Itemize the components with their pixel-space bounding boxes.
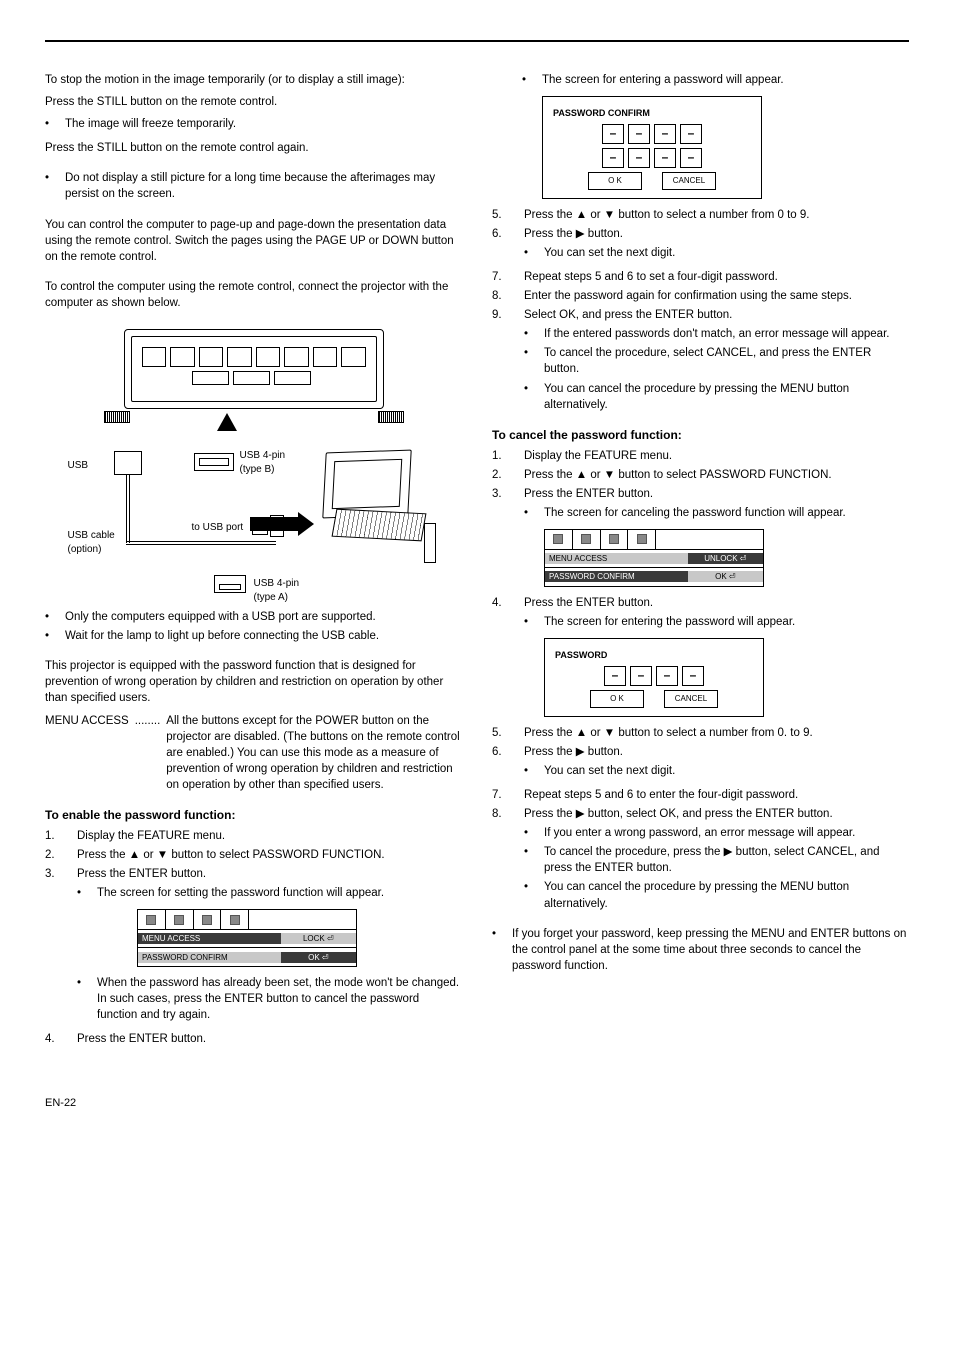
step-a6: Press the ▶ button.	[524, 228, 623, 240]
label-to-usb-port: to USB port	[192, 521, 252, 535]
two-column-layout: To stop the motion in the image temporar…	[45, 72, 909, 1056]
cancel-steps-1: Display the FEATURE menu. Press the ▲ or…	[492, 448, 909, 717]
freeze-press: Press the STILL button on the remote con…	[45, 94, 462, 110]
password-confirm-box: PASSWORD CONFIRM –––– –––– O KCANCEL	[542, 96, 762, 199]
menu2-r2c2: OK ⏎	[688, 571, 763, 582]
cancel-s1: Display the FEATURE menu.	[524, 450, 672, 462]
arrow-up-icon	[217, 413, 237, 431]
pw2-ok: O K	[590, 690, 644, 708]
left-column: To stop the motion in the image temporar…	[45, 72, 462, 1056]
enable-step-3-sub: The screen for setting the password func…	[97, 885, 384, 901]
enable-step-3: Press the ENTER button.	[77, 868, 206, 880]
step-b8-sub1: If you enter a wrong password, an error …	[544, 825, 855, 841]
enable-step-2: Press the ▲ or ▼ button to select PASSWO…	[77, 849, 385, 861]
menu2-r1c2: UNLOCK ⏎	[688, 553, 763, 564]
menu-access-dots: ........	[135, 713, 161, 793]
freeze-intro: To stop the motion in the image temporar…	[45, 72, 462, 88]
usb-type-a-icon	[214, 575, 246, 593]
enable-step-4: Press the ENTER button.	[77, 1033, 206, 1045]
freeze-bullets: The image will freeze temporarily.	[45, 116, 462, 132]
diagram-notes: Only the computers equipped with a USB p…	[45, 609, 462, 644]
connection-diagram: USB USB cable (option) USB 4-pin (type B…	[64, 321, 444, 601]
diag-note-2: Wait for the lamp to light up before con…	[65, 628, 379, 644]
important2-bullet: If you forget your password, keep pressi…	[512, 926, 909, 974]
step-b7: Repeat steps 5 and 6 to enter the four-d…	[524, 789, 798, 801]
cancel-s3-sub: The screen for canceling the password fu…	[544, 505, 846, 521]
arrow-right-icon	[250, 517, 300, 531]
step-a9: Select OK, and press the ENTER button.	[524, 309, 732, 321]
password-box-2: PASSWORD –––– O KCANCEL	[544, 638, 764, 717]
conn-text: To control the computer using the remote…	[45, 279, 462, 311]
step-a9-sub1: If the entered passwords don't match, an…	[544, 326, 889, 342]
menu-screen-2: MENU ACCESSUNLOCK ⏎ PASSWORD CONFIRMOK ⏎	[544, 529, 764, 587]
usb-type-b-icon	[194, 453, 234, 471]
step-a6-sub: You can set the next digit.	[544, 245, 675, 261]
important-bullets: Do not display a still picture for a lon…	[45, 170, 462, 202]
important2-bullets: If you forget your password, keep pressi…	[492, 926, 909, 974]
steps-a: Press the ▲ or ▼ button to select a numb…	[492, 207, 909, 413]
step-b8: Press the ▶ button, select OK, and press…	[524, 808, 833, 820]
cancel-pw-head: To cancel the password function:	[492, 427, 909, 444]
page-number: EN-22	[45, 1096, 909, 1111]
label-usb: USB	[68, 459, 89, 473]
label-usb-4pin-a: USB 4-pin (type A)	[254, 577, 314, 605]
cancel-s4: Press the ENTER button.	[524, 597, 653, 609]
step-b6-sub: You can set the next digit.	[544, 763, 675, 779]
enable-step-1: Display the FEATURE menu.	[77, 830, 225, 842]
menu2-r1c1: MENU ACCESS	[545, 553, 688, 564]
step-a9-sub2: To cancel the procedure, select CANCEL, …	[544, 345, 909, 377]
menu1-r2c1: PASSWORD CONFIRM	[138, 952, 281, 963]
step-a8: Enter the password again for confirmatio…	[524, 290, 852, 302]
menu-screen-1: MENU ACCESSLOCK ⏎ PASSWORD CONFIRMOK ⏎	[137, 909, 357, 967]
projector-icon	[124, 329, 384, 409]
menu1-r2c2: OK ⏎	[281, 952, 356, 963]
step4-sub: The screen for entering a password will …	[522, 72, 909, 88]
pw1-title: PASSWORD CONFIRM	[553, 107, 751, 120]
pageup-text: You can control the computer to page-up …	[45, 217, 462, 265]
enable-steps: Display the FEATURE menu. Press the ▲ or…	[45, 828, 462, 1048]
step4-sub-text: The screen for entering a password will …	[542, 72, 784, 88]
menu1-r1c1: MENU ACCESS	[138, 933, 281, 944]
password-function-text: This projector is equipped with the pass…	[45, 658, 462, 706]
label-usb-cable: USB cable (option)	[68, 529, 128, 557]
cancel-s4-sub: The screen for entering the password wil…	[544, 614, 795, 630]
pw1-cancel: CANCEL	[662, 172, 716, 190]
pw2-cancel: CANCEL	[664, 690, 718, 708]
freeze-bullet-1: The image will freeze temporarily.	[65, 116, 236, 132]
menu-access-desc: All the buttons except for the POWER but…	[166, 713, 462, 793]
right-column: The screen for entering a password will …	[492, 72, 909, 1056]
menu2-r2c1: PASSWORD CONFIRM	[545, 571, 688, 582]
computer-icon	[324, 451, 444, 551]
step-a5: Press the ▲ or ▼ button to select a numb…	[524, 209, 809, 221]
usb-jack-icon	[114, 451, 142, 475]
cancel-s3: Press the ENTER button.	[524, 488, 653, 500]
menu-access-label: MENU ACCESS	[45, 713, 129, 793]
step-b6: Press the ▶ button.	[524, 746, 623, 758]
pw2-title: PASSWORD	[555, 649, 753, 662]
menu1-r1c2: LOCK ⏎	[281, 933, 356, 944]
step-b8-sub2: To cancel the procedure, press the ▶ but…	[544, 844, 909, 876]
cancel-s2: Press the ▲ or ▼ button to select PASSWO…	[524, 469, 832, 481]
step-b8-sub3: You can cancel the procedure by pressing…	[544, 879, 909, 911]
step-b5: Press the ▲ or ▼ button to select a numb…	[524, 727, 813, 739]
label-usb-4pin-b: USB 4-pin (type B)	[240, 449, 300, 477]
step-a9-sub3: You can cancel the procedure by pressing…	[544, 381, 909, 413]
important-bullet-1: Do not display a still picture for a lon…	[65, 170, 462, 202]
pw1-ok: O K	[588, 172, 642, 190]
enable-note: When the password has already been set, …	[97, 975, 462, 1023]
resume-press: Press the STILL button on the remote con…	[45, 140, 462, 156]
menu-access-row: MENU ACCESS ........ All the buttons exc…	[45, 713, 462, 793]
step-a7: Repeat steps 5 and 6 to set a four-digit…	[524, 271, 778, 283]
diag-note-1: Only the computers equipped with a USB p…	[65, 609, 376, 625]
steps-b: Press the ▲ or ▼ button to select a numb…	[492, 725, 909, 912]
enable-pw-head: To enable the password function:	[45, 807, 462, 824]
page-top-rule	[45, 40, 909, 42]
